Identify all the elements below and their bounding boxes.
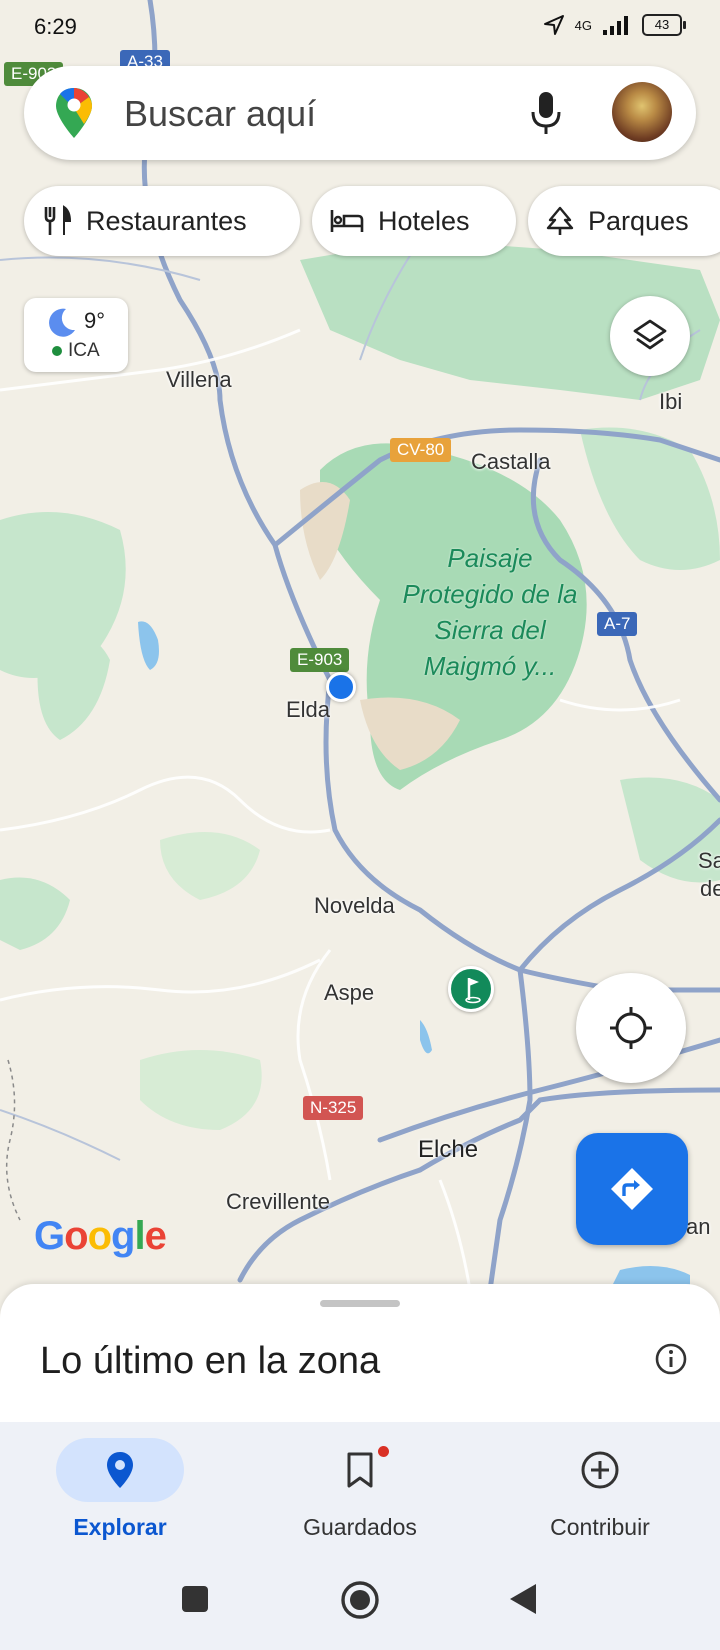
weather-widget[interactable]: 9° ICA bbox=[24, 298, 128, 372]
nav-label: Guardados bbox=[303, 1514, 417, 1540]
chip-label: Parques bbox=[588, 205, 689, 236]
crosshair-icon bbox=[610, 1007, 652, 1049]
place-label-edge-sa: Sa bbox=[698, 848, 720, 873]
place-label-elche[interactable]: Elche bbox=[418, 1136, 478, 1164]
moon-icon bbox=[49, 308, 75, 337]
network-type: 4G bbox=[574, 17, 592, 33]
sheet-title: Lo último en la zona bbox=[40, 1340, 381, 1382]
system-navigation-bar bbox=[0, 1556, 720, 1650]
google-logo-letter: G bbox=[34, 1214, 65, 1258]
place-label-castalla[interactable]: Castalla bbox=[471, 449, 550, 475]
chip-restaurantes[interactable]: Restaurantes bbox=[24, 186, 300, 256]
directions-icon bbox=[611, 1168, 653, 1210]
nav-explorar-pill[interactable] bbox=[56, 1438, 184, 1502]
microphone-icon[interactable] bbox=[529, 90, 563, 136]
park-label[interactable]: Paisaje Protegido de la Sierra del Maigm… bbox=[400, 540, 580, 684]
info-icon[interactable] bbox=[654, 1342, 688, 1376]
search-bar[interactable]: Buscar aquí bbox=[24, 66, 696, 160]
nav-guardados-pill[interactable] bbox=[296, 1438, 424, 1502]
google-logo-letter: o bbox=[64, 1214, 88, 1258]
bookmark-icon bbox=[347, 1452, 373, 1488]
location-arrow-icon bbox=[543, 15, 564, 35]
signal-icon bbox=[603, 16, 628, 35]
bed-icon bbox=[330, 210, 364, 232]
directions-button[interactable] bbox=[576, 1133, 688, 1245]
home-icon[interactable] bbox=[340, 1580, 380, 1620]
place-label-edge-de: de bbox=[700, 876, 720, 901]
google-logo-letter: l bbox=[134, 1214, 145, 1258]
add-circle-icon bbox=[581, 1451, 619, 1489]
golf-place-marker[interactable] bbox=[448, 966, 494, 1012]
location-pin-icon bbox=[107, 1452, 133, 1488]
road-shield-cv80: CV-80 bbox=[390, 438, 452, 462]
chip-label: Restaurantes bbox=[86, 205, 247, 236]
air-quality-label: ICA bbox=[68, 340, 100, 361]
nav-contribuir[interactable]: Contribuir bbox=[480, 1438, 720, 1541]
tree-icon bbox=[546, 206, 574, 235]
place-label-aspe[interactable]: Aspe bbox=[324, 980, 374, 1006]
recents-icon[interactable] bbox=[180, 1584, 210, 1614]
nav-label: Explorar bbox=[73, 1514, 167, 1540]
chip-parques[interactable]: Parques bbox=[528, 186, 720, 256]
road-shield-n325: N-325 bbox=[303, 1096, 364, 1120]
fork-knife-icon bbox=[44, 205, 72, 235]
air-quality-dot bbox=[52, 346, 62, 356]
my-location-button[interactable] bbox=[576, 973, 686, 1083]
google-logo-letter: g bbox=[111, 1214, 135, 1258]
place-label-novelda[interactable]: Novelda bbox=[314, 893, 395, 919]
place-label-crevillente[interactable]: Crevillente bbox=[226, 1189, 330, 1215]
golf-icon bbox=[465, 978, 481, 1004]
layers-icon bbox=[633, 319, 667, 350]
maps-pin-logo-icon bbox=[56, 88, 92, 138]
weather-temperature: 9° bbox=[84, 308, 106, 333]
google-logo-letter: o bbox=[87, 1214, 112, 1258]
status-bar: 6:29 4G 43 bbox=[0, 0, 720, 56]
chip-label: Hoteles bbox=[378, 205, 470, 236]
google-logo-letter: e bbox=[144, 1214, 167, 1258]
road-shield-a7: A-7 bbox=[597, 612, 638, 636]
google-logo: Google bbox=[34, 1214, 167, 1259]
status-icons: 4G 43 bbox=[543, 14, 686, 36]
status-time: 6:29 bbox=[34, 14, 77, 39]
search-input[interactable]: Buscar aquí bbox=[124, 93, 316, 135]
place-label-elda[interactable]: Elda bbox=[286, 697, 330, 723]
road-shield-e903: E-903 bbox=[290, 648, 350, 672]
nav-guardados[interactable]: Guardados bbox=[240, 1438, 480, 1541]
place-label-villena[interactable]: Villena bbox=[166, 367, 232, 393]
sheet-drag-handle[interactable] bbox=[320, 1300, 400, 1307]
battery-indicator: 43 bbox=[642, 14, 686, 36]
nav-label: Contribuir bbox=[550, 1514, 650, 1540]
chip-hoteles[interactable]: Hoteles bbox=[312, 186, 516, 256]
avatar[interactable] bbox=[612, 82, 672, 142]
place-label-ibi[interactable]: Ibi bbox=[659, 389, 682, 415]
layers-button[interactable] bbox=[610, 296, 690, 376]
back-icon[interactable] bbox=[508, 1582, 538, 1616]
place-label-edge-an: an bbox=[686, 1214, 711, 1239]
notification-dot bbox=[378, 1446, 389, 1457]
nav-contribuir-pill[interactable] bbox=[536, 1438, 664, 1502]
nav-explorar[interactable]: Explorar bbox=[0, 1438, 240, 1541]
bottom-navigation: Explorar Guardados Contribuir bbox=[0, 1422, 720, 1556]
bottom-sheet[interactable]: Lo último en la zona bbox=[0, 1284, 720, 1424]
my-location-dot bbox=[326, 672, 356, 702]
